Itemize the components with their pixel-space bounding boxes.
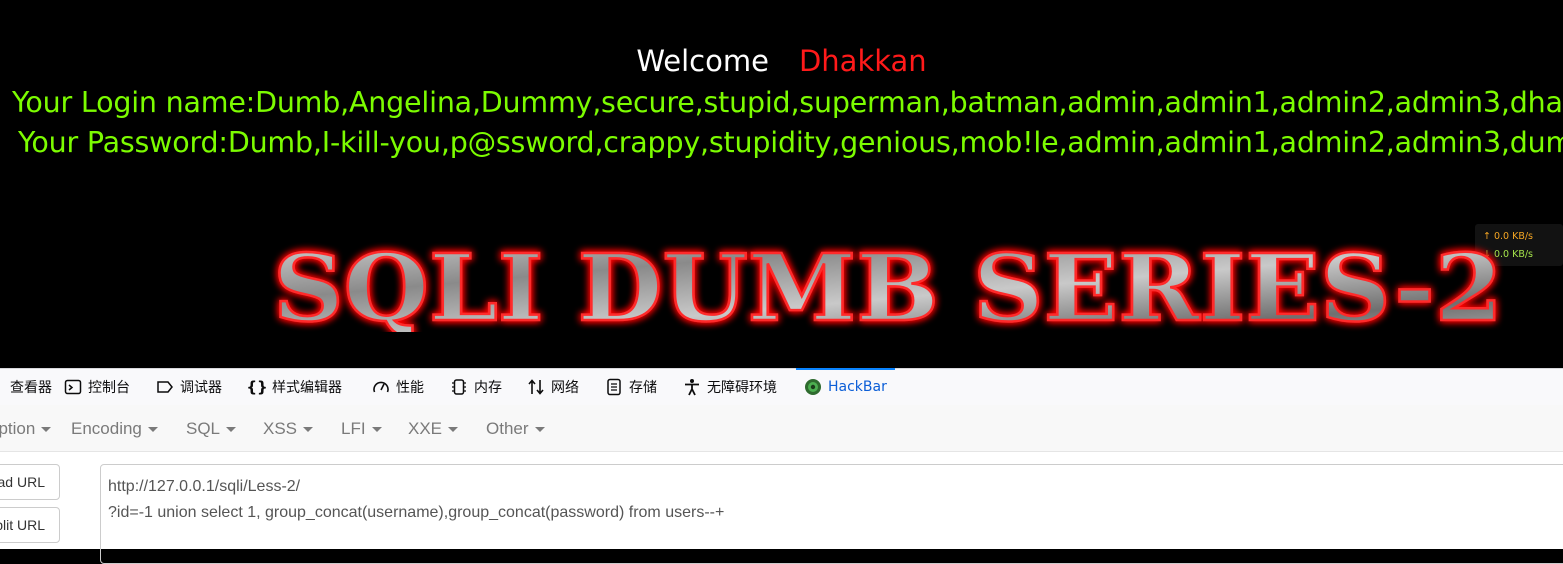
welcome-label: Welcome	[636, 44, 769, 78]
chevron-down-icon	[448, 427, 459, 433]
sqli-banner: SQLI DUMB SERIES-2	[272, 242, 1505, 332]
tab-label: 控制台	[88, 380, 130, 396]
banner-text: SQLI DUMB SERIES-2	[273, 242, 1503, 332]
load-url-button[interactable]: Load URL	[0, 464, 60, 500]
menu-xss[interactable]: XSS	[263, 419, 314, 439]
menu-lfi[interactable]: LFI	[341, 419, 382, 439]
hackbar-body: Load URL Split URL http://127.0.0.1/sqli…	[0, 452, 1563, 564]
menu-other[interactable]: Other	[486, 419, 545, 439]
chevron-down-icon	[303, 427, 314, 433]
welcome-line: Welcome Dhakkan	[0, 44, 1563, 78]
storage-icon	[605, 378, 623, 396]
password-line: Your Password:Dumb,I-kill-you,p@ssword,c…	[18, 126, 1563, 159]
login-name-line: Your Login name:Dumb,Angelina,Dummy,secu…	[12, 86, 1563, 119]
chevron-down-icon	[534, 427, 545, 433]
style-editor-icon: {}	[246, 378, 268, 396]
menu-xxe[interactable]: XXE	[408, 419, 459, 439]
split-url-button[interactable]: Split URL	[0, 507, 60, 543]
chevron-down-icon	[147, 427, 158, 433]
tab-memory[interactable]: 内存	[450, 369, 502, 405]
debugger-icon	[156, 378, 174, 396]
tab-label: 样式编辑器	[272, 380, 342, 396]
network-icon	[527, 378, 545, 396]
tab-label: 查看器	[10, 380, 52, 396]
tab-debugger[interactable]: 调试器	[156, 369, 222, 405]
menu-label: SQL	[186, 419, 221, 438]
tab-inspector[interactable]: 查看器	[0, 369, 52, 405]
user-name: Dhakkan	[798, 44, 927, 78]
tab-label: 性能	[396, 380, 424, 396]
menu-label: Encoding	[71, 419, 142, 438]
hackbar-icon	[804, 378, 822, 396]
tab-console[interactable]: 控制台	[64, 369, 130, 405]
tab-label: 调试器	[180, 380, 222, 396]
tab-label: 内存	[474, 380, 502, 396]
menu-label: Other	[486, 419, 529, 438]
accessibility-icon	[683, 378, 701, 396]
menu-sql[interactable]: SQL	[186, 419, 237, 439]
tab-storage[interactable]: 存储	[605, 369, 657, 405]
menu-label: XSS	[263, 419, 298, 438]
webpage-viewport: Welcome Dhakkan Your Login name:Dumb,Ange…	[0, 0, 1563, 368]
inspector-icon	[0, 378, 4, 396]
devtools-toolbar: 查看器 控制台 调试器 {} 样式编辑器 性能 内存 网络 存储 无障碍环境 Ha…	[0, 368, 1563, 406]
upload-speed: ↑ 0.0 KB/s	[1483, 231, 1534, 242]
tab-network[interactable]: 网络	[527, 369, 579, 405]
url-textarea[interactable]: http://127.0.0.1/sqli/Less-2/ ?id=-1 uni…	[100, 464, 1563, 564]
console-icon	[64, 378, 82, 396]
performance-icon	[372, 378, 390, 396]
tab-label: 网络	[551, 380, 579, 396]
chevron-down-icon	[41, 427, 52, 433]
menu-encryption[interactable]: Encryption	[0, 419, 52, 439]
tab-label: 存储	[629, 380, 657, 396]
tab-performance[interactable]: 性能	[372, 369, 424, 405]
chevron-down-icon	[226, 427, 237, 433]
tab-style-editor[interactable]: {} 样式编辑器	[246, 369, 342, 405]
tab-label: HackBar	[828, 379, 887, 395]
memory-icon	[450, 378, 468, 396]
menu-encoding[interactable]: Encoding	[71, 419, 158, 439]
tab-accessibility[interactable]: 无障碍环境	[683, 369, 777, 405]
hackbar-menu: Encryption Encoding SQL XSS LFI XXE Othe…	[0, 405, 1563, 452]
menu-label: LFI	[341, 419, 366, 438]
menu-label: Encryption	[0, 419, 36, 438]
tab-label: 无障碍环境	[707, 380, 777, 396]
tab-hackbar[interactable]: HackBar	[796, 368, 895, 405]
menu-label: XXE	[408, 419, 443, 438]
chevron-down-icon	[371, 427, 382, 433]
